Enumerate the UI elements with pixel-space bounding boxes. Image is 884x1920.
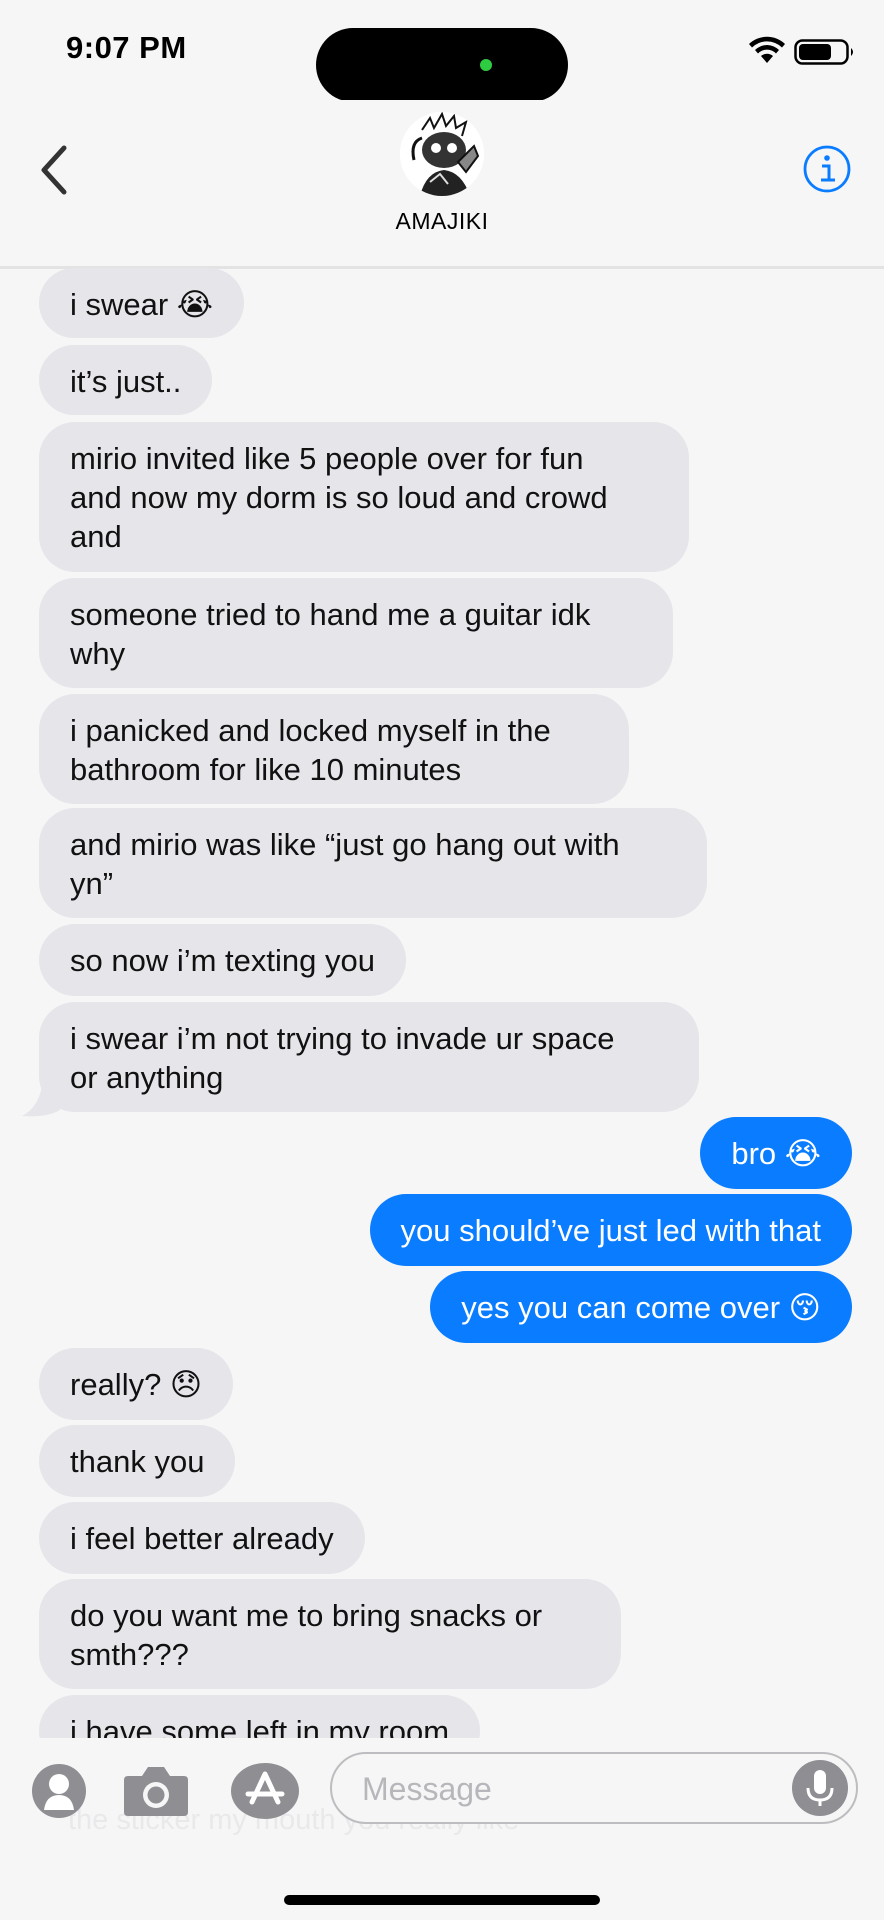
contact-avatar[interactable] bbox=[400, 112, 484, 196]
wifi-icon bbox=[749, 36, 785, 63]
incoming-message-bubble[interactable]: i panicked and locked myself in the bath… bbox=[39, 694, 629, 804]
microphone-icon bbox=[806, 1770, 834, 1806]
incoming-message-bubble[interactable]: it’s just.. bbox=[39, 345, 213, 415]
message-text: you should’ve just led with that bbox=[400, 1213, 821, 1248]
message-text: i swear 😭 bbox=[70, 287, 214, 322]
message-thread[interactable]: i swear 😭 it’s just.. mirio invited like… bbox=[0, 266, 884, 1738]
message-text: so now i’m texting you bbox=[70, 943, 375, 978]
status-time: 9:07 PM bbox=[66, 30, 187, 65]
message-input[interactable] bbox=[360, 1768, 784, 1810]
incoming-message-bubble[interactable]: i have some left in my room bbox=[39, 1695, 481, 1738]
message-text: i feel better already bbox=[70, 1521, 334, 1556]
chevron-left-icon[interactable] bbox=[36, 144, 72, 196]
home-indicator bbox=[284, 1895, 600, 1905]
incoming-message-bubble[interactable]: i feel better already bbox=[39, 1502, 365, 1574]
camera-indicator-dot bbox=[480, 59, 492, 71]
status-bar: 9:07 PM bbox=[0, 0, 884, 102]
message-text-line: or anything bbox=[70, 1060, 224, 1095]
message-text-line: bathroom for like 10 minutes bbox=[70, 752, 462, 787]
message-text: yes you can come over 😚 bbox=[461, 1290, 821, 1325]
message-field[interactable] bbox=[330, 1752, 858, 1824]
message-text: bro 😭 bbox=[731, 1136, 821, 1171]
message-text: thank you bbox=[70, 1444, 205, 1479]
incoming-message-bubble[interactable]: and mirio was like “just go hang out wit… bbox=[39, 808, 707, 918]
outgoing-message-bubble[interactable]: you should’ve just led with that bbox=[369, 1194, 852, 1266]
message-text-line: and now my dorm is so loud and crowd bbox=[70, 480, 608, 515]
message-text-line: yn” bbox=[70, 866, 114, 901]
incoming-message-bubble[interactable]: someone tried to hand me a guitar idk wh… bbox=[39, 578, 673, 688]
message-text-line: and mirio was like “just go hang out wit… bbox=[70, 827, 620, 862]
incoming-message-bubble[interactable]: thank you bbox=[39, 1425, 236, 1497]
incoming-message-bubble[interactable]: i swear 😭 bbox=[39, 268, 245, 338]
info-icon[interactable] bbox=[802, 144, 852, 194]
person-circle-icon[interactable] bbox=[30, 1762, 88, 1820]
outgoing-message-bubble[interactable]: bro 😭 bbox=[700, 1117, 852, 1189]
message-text-line: mirio invited like 5 people over for fun bbox=[70, 441, 584, 476]
dynamic-island bbox=[316, 28, 568, 102]
message-text: really? 😞 bbox=[70, 1367, 203, 1402]
incoming-message-bubble[interactable]: so now i’m texting you bbox=[39, 924, 406, 996]
message-text-line: do you want me to bring snacks or bbox=[70, 1598, 543, 1633]
outgoing-message-bubble[interactable]: yes you can come over 😚 bbox=[430, 1271, 852, 1343]
incoming-message-bubble[interactable]: i swear i’m not trying to invade ur spac… bbox=[39, 1002, 699, 1112]
incoming-message-bubble[interactable]: do you want me to bring snacks or smth??… bbox=[39, 1579, 621, 1689]
composer-bar: the sticker my mouth you really like bbox=[0, 1738, 884, 1920]
message-text: it’s just.. bbox=[70, 364, 182, 399]
camera-icon[interactable] bbox=[122, 1764, 190, 1818]
message-text: i have some left in my room bbox=[70, 1714, 450, 1738]
incoming-message-bubble[interactable]: mirio invited like 5 people over for fun… bbox=[39, 422, 689, 572]
message-text-line: why bbox=[70, 636, 126, 671]
message-text-line: i swear i’m not trying to invade ur spac… bbox=[70, 1021, 615, 1056]
message-text-line: i panicked and locked myself in the bbox=[70, 713, 551, 748]
app-store-icon[interactable] bbox=[230, 1762, 300, 1820]
contact-name[interactable]: AMAJIKI bbox=[0, 208, 884, 235]
incoming-message-bubble[interactable]: really? 😞 bbox=[39, 1348, 234, 1420]
avatar-illustration bbox=[400, 112, 484, 196]
battery-icon bbox=[794, 39, 853, 65]
microphone-button[interactable] bbox=[792, 1760, 848, 1816]
conversation-header: AMAJIKI bbox=[0, 100, 884, 269]
message-text-line: and bbox=[70, 519, 122, 554]
message-text-line: someone tried to hand me a guitar idk bbox=[70, 597, 591, 632]
message-text-line: smth??? bbox=[70, 1637, 189, 1672]
